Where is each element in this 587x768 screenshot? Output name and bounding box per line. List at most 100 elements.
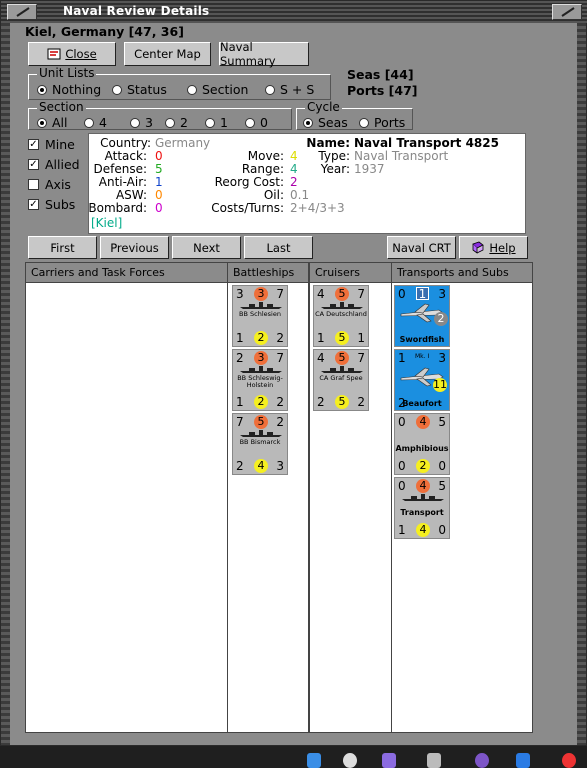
naval-crt-label: Naval CRT <box>392 240 451 255</box>
section-label: Section <box>37 100 86 114</box>
checkbox-allied[interactable]: ✓ <box>28 159 39 170</box>
search-icon[interactable] <box>343 753 357 768</box>
next-button[interactable]: Next <box>172 236 241 259</box>
country-label: Country: <box>100 136 151 150</box>
unit-list-status[interactable]: Status <box>112 82 167 97</box>
unit-extra-value: 2 <box>434 312 448 326</box>
cycle-seas[interactable]: Seas <box>303 115 348 130</box>
unit-top-center: 5 <box>335 287 349 301</box>
unit-top-right: 7 <box>276 351 284 365</box>
unit-bottom-center: 2 <box>254 331 268 345</box>
filter-allied[interactable]: ✓ Allied <box>28 157 80 172</box>
window-restore-button[interactable] <box>552 4 582 20</box>
unit-top-left: 4 <box>317 351 325 365</box>
unit-counter[interactable]: 0 1 3 2 Swordfish <box>394 285 450 347</box>
radio-dot <box>112 84 122 95</box>
app-icon[interactable] <box>382 753 396 768</box>
section-1[interactable]: 1 <box>205 115 228 130</box>
app-icon[interactable] <box>475 753 489 768</box>
defense-value: 5 <box>155 162 163 176</box>
move-value: 4 <box>290 149 298 163</box>
minimize-icon <box>16 7 30 17</box>
last-button[interactable]: Last <box>244 236 313 259</box>
ship-silhouette-icon <box>321 302 363 309</box>
start-icon[interactable] <box>307 753 321 768</box>
unit-top-left: 7 <box>236 415 244 429</box>
unit-bottom-right: 2 <box>276 331 284 345</box>
unit-counter[interactable]: 1 Mk. I 3 11 2 Beaufort <box>394 349 450 411</box>
unit-counter[interactable]: 7 5 2 BB Bismarck 2 4 3 <box>232 413 288 475</box>
browser-icon[interactable] <box>562 753 576 768</box>
transports-header: Transports and Subs <box>392 263 532 283</box>
first-button[interactable]: First <box>28 236 97 259</box>
close-icon <box>47 48 61 60</box>
ship-silhouette-icon <box>240 302 282 309</box>
center-map-button[interactable]: Center Map <box>124 42 211 66</box>
window-menu-button[interactable] <box>7 4 37 20</box>
title-bar[interactable]: Naval Review Details <box>1 1 587 23</box>
unit-top-left: 0 <box>398 479 406 493</box>
radio-dot <box>245 117 255 128</box>
section-group: Section All 4 3 2 1 0 <box>28 100 292 130</box>
checkbox-mine[interactable]: ✓ <box>28 139 39 150</box>
section-4[interactable]: 4 <box>84 115 107 130</box>
radio-label: 1 <box>220 115 228 130</box>
radio-label: Status <box>127 82 167 97</box>
filter-axis[interactable]: Axis <box>28 177 71 192</box>
oil-label: Oil: <box>263 188 284 202</box>
ship-silhouette-icon <box>402 494 444 501</box>
unit-counter[interactable]: 0 4 5 Transport 1 4 0 <box>394 477 450 539</box>
defense-label: Defense: <box>93 162 147 176</box>
radio-label: Ports <box>374 115 406 130</box>
unit-columns: Carriers and Task Forces Battleships 337… <box>25 262 533 733</box>
unit-counter[interactable]: 3 3 7 BB Schlesien 1 2 2 <box>232 285 288 347</box>
unit-counter[interactable]: 2 3 7 BB Schleswig-Holstein 1 2 2 <box>232 349 288 411</box>
naval-summary-label: Naval Summary <box>220 40 276 68</box>
bombard-label: Bombard: <box>88 201 147 215</box>
range-label: Range: <box>241 162 284 176</box>
year-value: 1937 <box>354 162 385 176</box>
next-label: Next <box>193 240 220 255</box>
unit-bottom-center: 4 <box>416 523 430 537</box>
checkbox-subs[interactable]: ✓ <box>28 199 39 210</box>
section-0[interactable]: 0 <box>245 115 268 130</box>
app-icon[interactable] <box>516 753 530 768</box>
unit-top-left: 1 <box>398 351 406 365</box>
unit-counter[interactable]: 4 5 7 CA Graf Spee 2 5 2 <box>313 349 369 411</box>
costs-value: 2+4/3+3 <box>290 201 345 215</box>
antiair-label: Anti-Air: <box>98 175 147 189</box>
unit-list-nothing[interactable]: Nothing <box>37 82 101 97</box>
unit-counter[interactable]: 4 5 7 CA Deutschland 1 5 1 <box>313 285 369 347</box>
unit-list-section[interactable]: Section <box>187 82 248 97</box>
radio-label: 4 <box>99 115 107 130</box>
attack-label: Attack: <box>104 149 147 163</box>
name-value: Naval Transport 4825 <box>354 136 499 150</box>
filter-label: Mine <box>45 137 75 152</box>
previous-button[interactable]: Previous <box>100 236 169 259</box>
help-button[interactable]: Help <box>459 236 528 259</box>
filter-mine[interactable]: ✓ Mine <box>28 137 75 152</box>
cycle-ports[interactable]: Ports <box>359 115 405 130</box>
filter-subs[interactable]: ✓ Subs <box>28 197 75 212</box>
unit-counter[interactable]: 0 4 5 Amphibious 0 2 0 <box>394 413 450 475</box>
unit-top-left: 3 <box>236 287 244 301</box>
naval-crt-button[interactable]: Naval CRT <box>387 236 456 259</box>
section-3[interactable]: 3 <box>130 115 153 130</box>
checkbox-axis[interactable] <box>28 179 39 190</box>
unit-list-s-plus-s[interactable]: S + S <box>265 82 314 97</box>
app-icon[interactable] <box>427 753 441 768</box>
unit-bottom-left: 0 <box>398 459 406 473</box>
unit-bottom-right: 0 <box>438 523 446 537</box>
naval-summary-button[interactable]: Naval Summary <box>219 40 309 68</box>
radio-label: Section <box>202 82 249 97</box>
first-label: First <box>50 240 75 255</box>
section-all[interactable]: All <box>37 115 68 130</box>
unit-top-right: 7 <box>357 351 365 365</box>
carriers-column: Carriers and Task Forces <box>25 262 228 733</box>
help-label: Help <box>489 240 516 255</box>
section-2[interactable]: 2 <box>165 115 188 130</box>
unit-top-right: 7 <box>276 287 284 301</box>
last-label: Last <box>266 240 291 255</box>
close-button[interactable]: Close <box>28 42 116 66</box>
unit-top-right: 3 <box>438 351 446 365</box>
